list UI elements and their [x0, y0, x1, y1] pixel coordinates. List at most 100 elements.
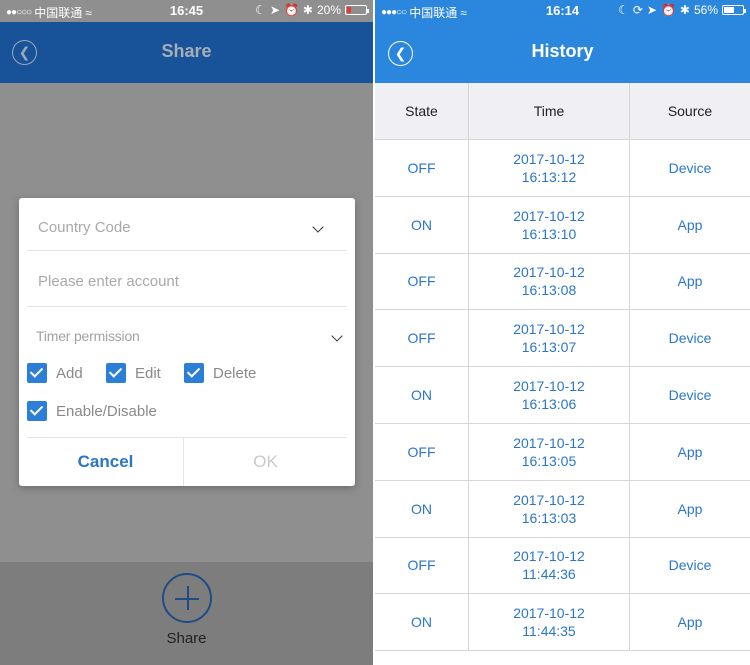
- account-placeholder: Please enter account: [38, 273, 179, 290]
- chevron-down-icon: [312, 223, 324, 235]
- cell-date: 2017-10-12: [513, 321, 585, 338]
- table-row: OFF 2017-10-12 11:44:36 Device: [375, 537, 750, 595]
- account-input[interactable]: Please enter account: [38, 273, 336, 290]
- column-header-state: State: [375, 83, 469, 139]
- status-bar: ●●●○○ 中国联通 ≈ 16:14 ☾ ⟳ ➤ ⏰ ✱ 56%: [375, 0, 750, 22]
- status-bar: ●●○○○ 中国联通 ≈ 16:45 ☾ ➤ ⏰ ✱ 20%: [0, 0, 373, 22]
- table-row: ON 2017-10-12 16:13:03 App: [375, 480, 750, 538]
- battery-icon: [345, 5, 369, 15]
- cell-clock: 16:13:06: [521, 396, 577, 413]
- cell-state: ON: [375, 480, 469, 537]
- table-row: ON 2017-10-12 16:13:06 Device: [375, 367, 750, 424]
- cell-source: Device: [668, 330, 712, 347]
- table-row: ON 2017-10-12 16:13:10 App: [375, 196, 750, 254]
- moon-icon: ☾: [255, 3, 266, 17]
- cell-date: 2017-10-12: [513, 378, 585, 395]
- checkbox-label: Enable/Disable: [56, 402, 157, 420]
- checkbox-delete[interactable]: Delete: [184, 363, 256, 383]
- cell-state: ON: [375, 196, 469, 253]
- cell-clock: 16:13:08: [521, 282, 577, 299]
- cell-clock: 16:13:10: [521, 225, 577, 242]
- page-title: Share: [161, 41, 212, 61]
- carrier-label: 中国联通: [409, 6, 458, 20]
- history-table: State Time Source OFF 2017-10-12 16:13:12 D…: [375, 83, 750, 652]
- location-icon: ➤: [269, 3, 280, 17]
- status-time: 16:45: [169, 3, 204, 18]
- bluetooth-icon: ✱: [679, 3, 690, 17]
- cell-source: Device: [668, 159, 712, 176]
- checkbox-edit[interactable]: Edit: [106, 363, 161, 383]
- status-time: 16:14: [545, 3, 580, 18]
- checkbox-checked-icon: [27, 401, 47, 421]
- column-header-time: Time: [469, 83, 630, 139]
- cell-source: App: [677, 273, 703, 290]
- cell-clock: 16:13:07: [521, 339, 577, 356]
- cell-time: 2017-10-12 16:13:03: [469, 480, 630, 537]
- cell-time: 2017-10-12 11:44:36: [469, 537, 630, 594]
- carrier-label: 中国联通: [34, 6, 83, 20]
- cell-date: 2017-10-12: [513, 605, 585, 622]
- cell-state: OFF: [375, 423, 469, 480]
- alarm-icon: ⏰: [283, 3, 299, 17]
- cell-date: 2017-10-12: [513, 264, 585, 281]
- share-dialog: Country Code Please enter account Timer …: [19, 198, 355, 486]
- cell-date: 2017-10-12: [513, 548, 585, 565]
- signal-icon: ●●●○○: [381, 7, 407, 18]
- cell-time: 2017-10-12 16:13:05: [469, 423, 630, 480]
- table-row: OFF 2017-10-12 16:13:08 App: [375, 253, 750, 311]
- cell-source: App: [677, 614, 703, 631]
- checkbox-checked-icon: [106, 363, 126, 383]
- country-code-placeholder: Country Code: [38, 219, 131, 236]
- signal-icon: ●●○○○: [6, 7, 32, 18]
- ok-button[interactable]: OK: [184, 438, 347, 486]
- timer-permission-select[interactable]: Timer permission: [36, 328, 140, 344]
- divider: [27, 306, 347, 307]
- cell-time: 2017-10-12 11:44:35: [469, 594, 630, 651]
- history-screen: ●●●○○ 中国联通 ≈ 16:14 ☾ ⟳ ➤ ⏰ ✱ 56% ❮ Histo…: [375, 0, 750, 665]
- column-header-source: Source: [667, 103, 713, 119]
- checkbox-checked-icon: [184, 363, 204, 383]
- battery-icon: [722, 5, 746, 15]
- cell-date: 2017-10-12: [513, 150, 585, 167]
- add-share-button[interactable]: [162, 573, 212, 623]
- cell-state: OFF: [375, 253, 469, 310]
- cell-state: OFF: [375, 140, 469, 196]
- cell-source: Device: [668, 557, 712, 574]
- cell-time: 2017-10-12 16:13:10: [469, 196, 630, 253]
- cell-source: App: [677, 443, 703, 460]
- cell-time: 2017-10-12 16:13:08: [469, 253, 630, 310]
- cell-state: ON: [375, 594, 469, 651]
- timer-permission-label: Timer permission: [36, 328, 140, 344]
- alarm-icon: ⏰: [660, 3, 676, 17]
- table-row: OFF 2017-10-12 16:13:05 App: [375, 423, 750, 481]
- cell-state: OFF: [375, 537, 469, 594]
- battery-percent: 20%: [316, 3, 341, 17]
- cell-state: ON: [375, 367, 469, 423]
- checkbox-label: Edit: [135, 364, 161, 382]
- cell-source: App: [677, 216, 703, 233]
- orientation-lock-icon: ⟳: [632, 3, 643, 17]
- country-code-select[interactable]: Country Code: [38, 219, 336, 236]
- battery-percent: 56%: [693, 3, 718, 17]
- checkbox-add[interactable]: Add: [27, 363, 83, 383]
- cell-date: 2017-10-12: [513, 491, 585, 508]
- checkbox-enable-disable[interactable]: Enable/Disable: [27, 401, 157, 421]
- cell-date: 2017-10-12: [513, 434, 585, 451]
- moon-icon: ☾: [618, 3, 629, 17]
- cell-source: App: [677, 500, 703, 517]
- checkbox-label: Delete: [213, 364, 257, 382]
- bluetooth-icon: ✱: [302, 3, 313, 17]
- nav-bar: ❮ Share: [0, 22, 373, 83]
- table-header: State Time Source: [375, 83, 750, 140]
- cell-state: OFF: [375, 310, 469, 367]
- checkbox-label: Add: [56, 364, 83, 382]
- wifi-icon: ≈: [85, 5, 92, 20]
- chevron-down-icon[interactable]: [331, 332, 343, 344]
- cell-time: 2017-10-12 16:13:07: [469, 310, 630, 367]
- divider: [27, 250, 347, 251]
- cell-clock: 16:13:12: [521, 168, 577, 185]
- cancel-button[interactable]: Cancel: [27, 438, 184, 486]
- cell-clock: 16:13:03: [521, 509, 577, 526]
- cell-clock: 16:13:05: [521, 452, 577, 469]
- share-screen: ●●○○○ 中国联通 ≈ 16:45 ☾ ➤ ⏰ ✱ 20% ❮ Share C…: [0, 0, 373, 665]
